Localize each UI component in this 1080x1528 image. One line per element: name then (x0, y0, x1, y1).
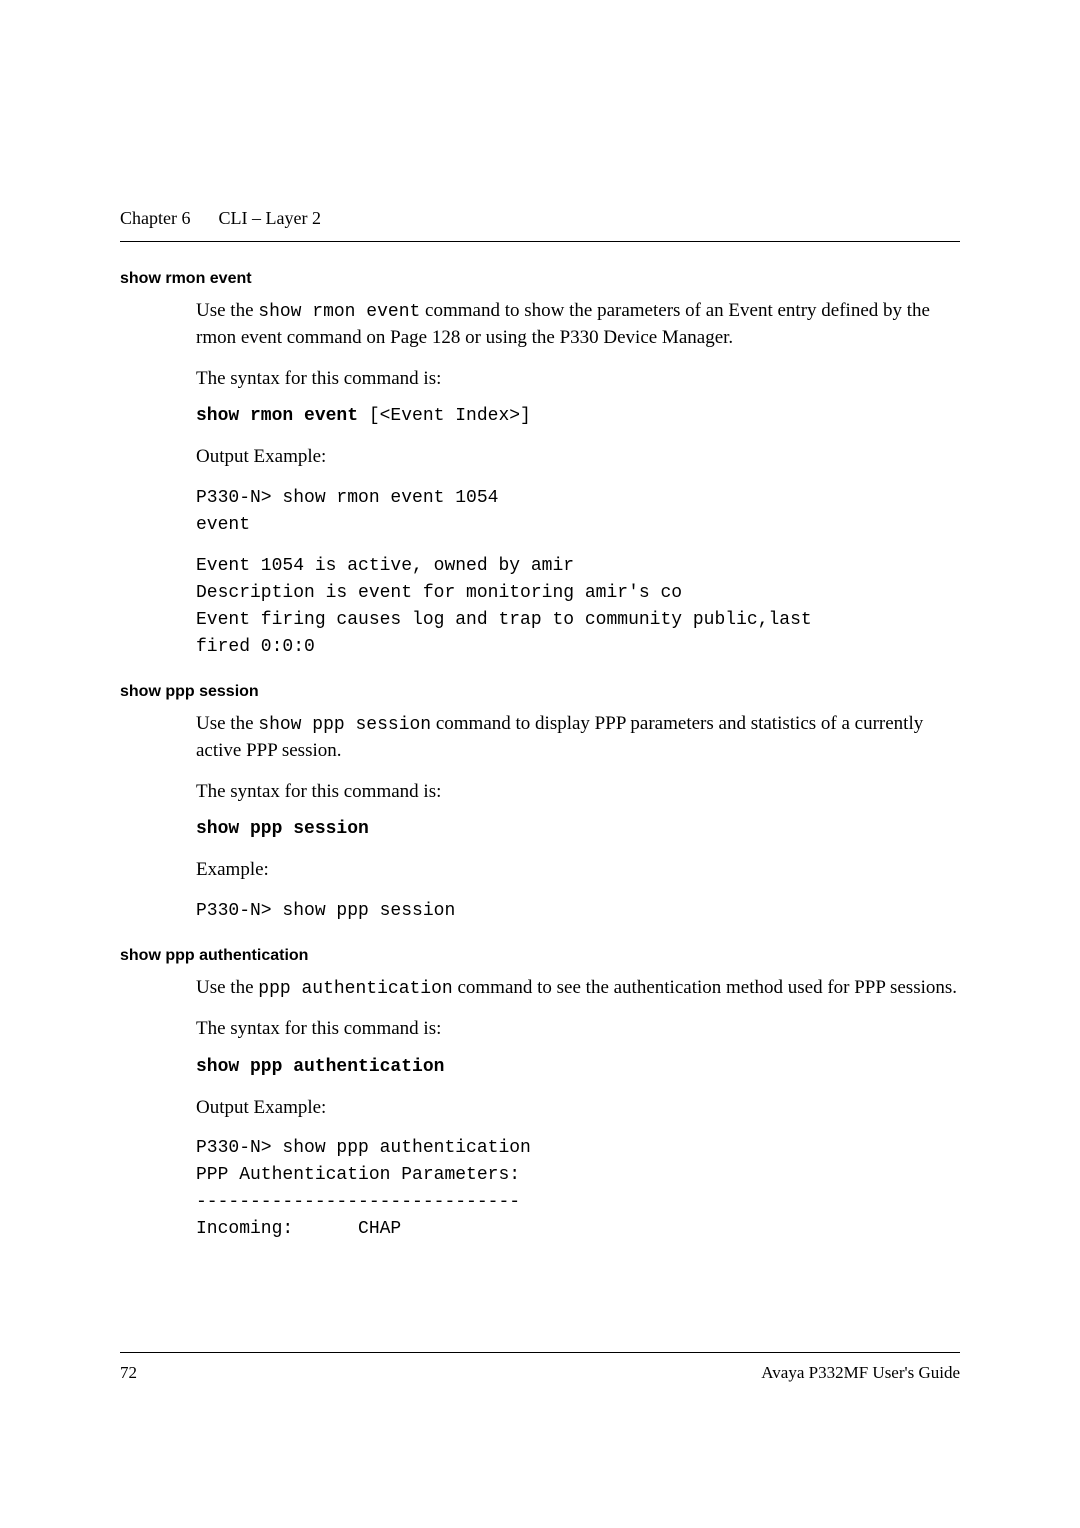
footer-rule (120, 1352, 960, 1353)
ppp-auth-syntax-bold: show ppp authentication (196, 1057, 444, 1077)
ppp-session-description: Use the show ppp session command to disp… (196, 711, 960, 765)
rmon-description: Use the show rmon event command to show … (196, 298, 960, 352)
ppp-auth-desc-suffix: command to see the authentication method… (453, 977, 957, 998)
ppp-auth-desc-prefix: Use the (196, 977, 258, 998)
header-rule (120, 241, 960, 242)
rmon-desc-cmd: show rmon event (258, 302, 420, 322)
rmon-output-label: Output Example: (196, 444, 960, 471)
ppp-session-syntax-line: show ppp session (196, 819, 960, 839)
rmon-desc-prefix: Use the (196, 300, 258, 321)
section-heading-rmon: show rmon event (120, 270, 960, 288)
rmon-output-block2: Event 1054 is active, owned by amir Desc… (196, 553, 960, 661)
rmon-syntax-rest: [<Event Index>] (358, 406, 531, 426)
ppp-auth-output-label: Output Example: (196, 1095, 960, 1122)
page-number: 72 (120, 1363, 137, 1383)
ppp-session-desc-cmd: show ppp session (258, 715, 431, 735)
ppp-auth-output-block: P330-N> show ppp authentication PPP Auth… (196, 1135, 960, 1243)
page-body: Chapter 6 CLI – Layer 2 show rmon event U… (0, 0, 1080, 1243)
ppp-session-example-label: Example: (196, 857, 960, 884)
ppp-session-syntax-intro: The syntax for this command is: (196, 779, 960, 806)
chapter-header: Chapter 6 CLI – Layer 2 (120, 208, 960, 229)
page-footer: 72 Avaya P332MF User's Guide (120, 1352, 960, 1383)
section-heading-ppp-session: show ppp session (120, 683, 960, 701)
ppp-auth-desc-cmd: ppp authentication (258, 979, 452, 999)
rmon-output-block1: P330-N> show rmon event 1054 event (196, 485, 960, 539)
chapter-number: Chapter 6 (120, 208, 190, 228)
ppp-session-syntax-bold: show ppp session (196, 819, 369, 839)
ppp-auth-description: Use the ppp authentication command to se… (196, 975, 960, 1002)
ppp-session-desc-prefix: Use the (196, 713, 258, 734)
ppp-auth-syntax-line: show ppp authentication (196, 1057, 960, 1077)
guide-name: Avaya P332MF User's Guide (761, 1363, 960, 1383)
chapter-title: CLI – Layer 2 (218, 208, 320, 228)
footer-row: 72 Avaya P332MF User's Guide (120, 1363, 960, 1383)
ppp-auth-syntax-intro: The syntax for this command is: (196, 1016, 960, 1043)
rmon-syntax-bold: show rmon event (196, 406, 358, 426)
rmon-syntax-line: show rmon event [<Event Index>] (196, 406, 960, 426)
section-heading-ppp-auth: show ppp authentication (120, 947, 960, 965)
rmon-syntax-intro: The syntax for this command is: (196, 366, 960, 393)
ppp-session-example-block: P330-N> show ppp session (196, 898, 960, 925)
